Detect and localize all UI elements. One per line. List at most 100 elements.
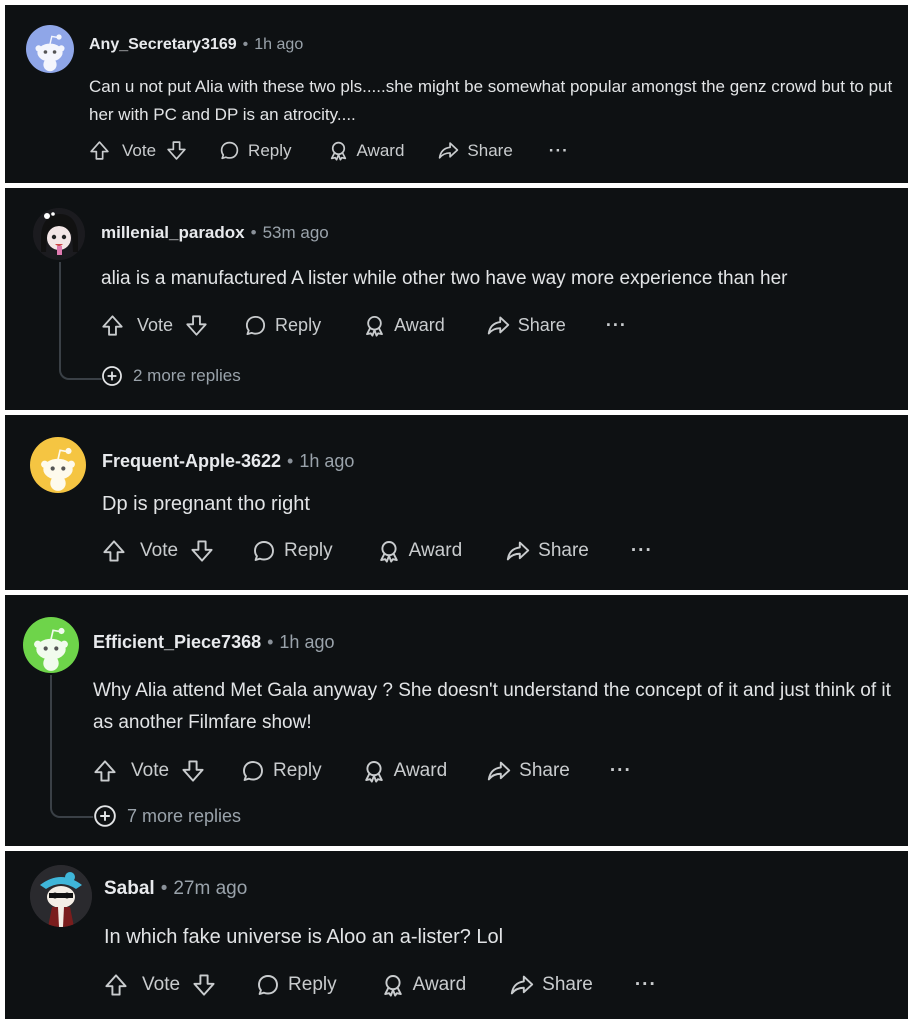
- reply-button[interactable]: Reply: [252, 539, 333, 563]
- more-replies-button[interactable]: 7 more replies: [93, 804, 241, 828]
- share-icon: [510, 973, 534, 997]
- upvote-button[interactable]: [89, 140, 110, 161]
- comment-card: Any_Secretary3169 • 1h ago Can u not put…: [5, 5, 908, 183]
- vote-label: Vote: [142, 974, 181, 995]
- award-label: Award: [412, 974, 467, 995]
- user-avatar[interactable]: [26, 25, 74, 73]
- custom-snoo-avatar-icon: [30, 865, 92, 927]
- upvote-icon: [101, 314, 124, 337]
- more-replies-label: 7 more replies: [127, 805, 242, 826]
- comment-card: Sabal • 27m ago In which fake universe i…: [5, 851, 908, 1019]
- snoo-avatar-icon: [26, 25, 74, 73]
- upvote-icon: [93, 759, 117, 783]
- more-options-button[interactable]: ···: [631, 540, 653, 562]
- separator: •: [250, 223, 257, 242]
- reply-label: Reply: [248, 140, 292, 160]
- username[interactable]: millenial_paradox: [101, 223, 245, 243]
- username[interactable]: Any_Secretary3169: [89, 36, 237, 54]
- share-label: Share: [519, 760, 570, 781]
- comment-text: alia is a manufactured A lister while ot…: [101, 268, 788, 289]
- downvote-icon: [166, 140, 187, 161]
- upvote-button[interactable]: [104, 973, 128, 997]
- reply-icon: [241, 759, 265, 783]
- downvote-button[interactable]: [185, 314, 208, 337]
- award-icon: [362, 759, 386, 783]
- award-button[interactable]: Award: [362, 759, 448, 783]
- award-button[interactable]: Award: [363, 314, 445, 337]
- reply-label: Reply: [275, 315, 322, 335]
- award-icon: [363, 314, 386, 337]
- share-icon: [487, 314, 510, 337]
- upvote-button[interactable]: [93, 759, 117, 783]
- anime-girl-avatar-icon: [33, 208, 85, 260]
- award-icon: [377, 539, 401, 563]
- more-replies-label: 2 more replies: [133, 366, 241, 385]
- share-label: Share: [542, 974, 593, 995]
- share-button[interactable]: Share: [506, 539, 589, 563]
- user-avatar[interactable]: [23, 617, 79, 673]
- username[interactable]: Frequent-Apple-3622: [102, 451, 281, 472]
- award-label: Award: [356, 140, 405, 160]
- reply-button[interactable]: Reply: [219, 140, 292, 161]
- reply-label: Reply: [288, 974, 337, 995]
- reply-button[interactable]: Reply: [241, 759, 322, 783]
- award-label: Award: [393, 760, 448, 781]
- comment-text: In which fake universe is Aloo an a-list…: [104, 926, 504, 948]
- more-options-button[interactable]: ···: [610, 760, 632, 782]
- award-button[interactable]: Award: [381, 973, 467, 997]
- share-label: Share: [517, 315, 566, 335]
- vote-label: Vote: [137, 315, 174, 335]
- expand-plus-icon: [101, 365, 123, 387]
- share-button[interactable]: Share: [487, 314, 566, 337]
- upvote-button[interactable]: [101, 314, 124, 337]
- thread-line: [59, 262, 103, 380]
- username[interactable]: Efficient_Piece7368: [93, 632, 261, 653]
- reply-icon: [244, 314, 267, 337]
- thread-line: [50, 675, 96, 818]
- snoo-avatar-icon: [23, 617, 79, 673]
- award-label: Award: [394, 315, 445, 335]
- reply-label: Reply: [284, 540, 333, 561]
- downvote-button[interactable]: [190, 539, 214, 563]
- upvote-icon: [89, 140, 110, 161]
- award-button[interactable]: Award: [328, 140, 405, 161]
- timestamp: 1h ago: [299, 451, 355, 471]
- user-avatar[interactable]: [30, 437, 86, 493]
- share-icon: [487, 759, 511, 783]
- downvote-icon: [181, 759, 205, 783]
- share-button[interactable]: Share: [487, 759, 570, 783]
- reply-icon: [219, 140, 240, 161]
- downvote-button[interactable]: [181, 759, 205, 783]
- user-avatar[interactable]: [30, 865, 92, 927]
- downvote-button[interactable]: [166, 140, 187, 161]
- more-options-button[interactable]: ···: [606, 315, 627, 336]
- share-button[interactable]: Share: [438, 140, 513, 161]
- comment-text: Why Alia attend Met Gala anyway ? She do…: [93, 680, 891, 733]
- award-button[interactable]: Award: [377, 539, 463, 563]
- award-label: Award: [408, 540, 463, 561]
- more-options-button[interactable]: ···: [549, 141, 569, 161]
- user-avatar[interactable]: [33, 208, 85, 260]
- timestamp: 1h ago: [254, 36, 304, 53]
- separator: •: [242, 36, 249, 53]
- username[interactable]: Sabal: [104, 878, 155, 900]
- more-replies-button[interactable]: 2 more replies: [101, 365, 241, 387]
- separator: •: [267, 632, 274, 652]
- reply-button[interactable]: Reply: [256, 973, 337, 997]
- reply-label: Reply: [273, 760, 322, 781]
- timestamp: 53m ago: [262, 223, 329, 242]
- reply-button[interactable]: Reply: [244, 314, 321, 337]
- more-options-button[interactable]: ···: [635, 974, 657, 996]
- snoo-avatar-icon: [30, 437, 86, 493]
- upvote-button[interactable]: [102, 539, 126, 563]
- vote-label: Vote: [131, 760, 170, 781]
- comment-text: Dp is pregnant tho right: [102, 493, 310, 515]
- comment-card: Frequent-Apple-3622 • 1h ago Dp is pregn…: [5, 415, 908, 590]
- downvote-button[interactable]: [192, 973, 216, 997]
- award-icon: [381, 973, 405, 997]
- upvote-icon: [104, 973, 128, 997]
- expand-plus-icon: [93, 804, 117, 828]
- share-button[interactable]: Share: [510, 973, 593, 997]
- comment-text: Can u not put Alia with these two pls...…: [89, 77, 893, 124]
- upvote-icon: [102, 539, 126, 563]
